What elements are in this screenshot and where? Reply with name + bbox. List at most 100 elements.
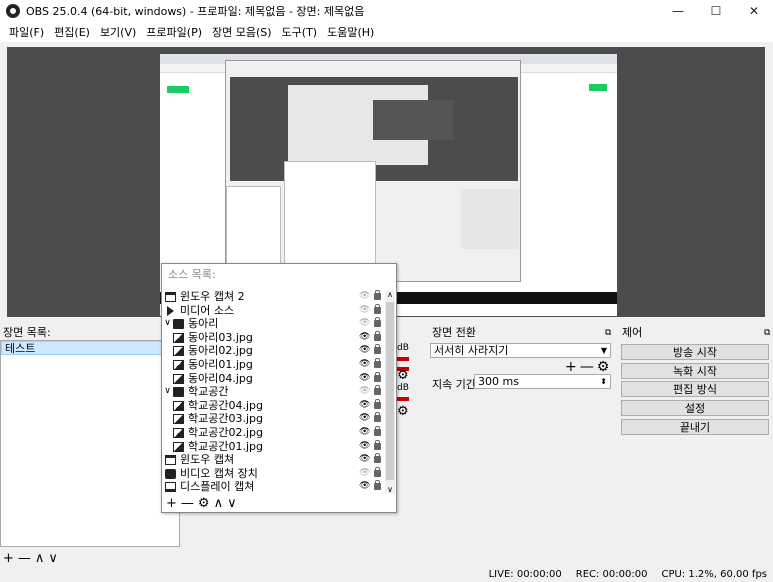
move-scene-down-button[interactable]: ∨: [48, 551, 58, 566]
add-source-button[interactable]: +: [166, 496, 177, 511]
visibility-eye-icon[interactable]: 👁: [359, 453, 370, 467]
scroll-down-icon[interactable]: ∨: [385, 485, 395, 494]
group-collapse-chevron-icon[interactable]: ∨: [163, 317, 172, 331]
transitions-float-icon[interactable]: ⧉: [605, 328, 611, 338]
chevron-down-icon: ▼: [600, 346, 607, 355]
visibility-eye-icon[interactable]: 👁: [359, 385, 370, 399]
duration-label: 지속 기간: [432, 378, 476, 391]
lock-icon[interactable]: [374, 317, 381, 328]
controls-float-icon[interactable]: ⧉: [764, 328, 770, 338]
visibility-eye-icon[interactable]: 👁: [359, 317, 370, 331]
menu-profile[interactable]: 프로파일(P): [141, 24, 207, 40]
mixer-db-label: dB: [397, 343, 409, 353]
source-item[interactable]: 학교공간04.jpg 👁: [163, 398, 385, 413]
source-list[interactable]: 윈도우 캡쳐 2 👁 미디어 소스 👁 ∨ 동아리 👁 동아리03.jpg 👁 동아리02.jpg…: [163, 290, 385, 494]
start-recording-button[interactable]: 녹화 시작: [621, 363, 769, 379]
source-item[interactable]: 미디어 소스 👁: [163, 303, 385, 318]
menu-scene-collection[interactable]: 장면 모음(S): [207, 24, 277, 40]
source-item-label: 학교공간03.jpg: [188, 412, 263, 426]
source-item[interactable]: 윈도우 캡쳐 👁: [163, 453, 385, 467]
mixer-gear-icon[interactable]: ⚙: [397, 404, 409, 419]
scrollbar-thumb[interactable]: [386, 302, 394, 480]
lock-icon[interactable]: [374, 412, 381, 423]
scene-list[interactable]: 테스트: [0, 340, 180, 547]
lock-icon[interactable]: [374, 439, 381, 450]
source-item[interactable]: 윈도우 캡쳐 2 👁: [163, 290, 385, 304]
visibility-eye-icon[interactable]: 👁: [359, 372, 370, 386]
remove-transition-button[interactable]: —: [580, 359, 594, 375]
source-item[interactable]: 비디오 캡쳐 장치 👁: [163, 466, 385, 481]
lock-icon[interactable]: [374, 357, 381, 368]
lock-icon[interactable]: [374, 371, 381, 382]
lock-icon[interactable]: [374, 330, 381, 341]
cpu-status: CPU: 1.2%, 60.00 fps: [661, 569, 767, 580]
sources-dock-floating[interactable]: 소스 목록: 윈도우 캡쳐 2 👁 미디어 소스 👁 ∨ 동아리 👁 동아리03.jpg 👁 동아…: [161, 263, 397, 513]
source-properties-gear-icon[interactable]: ⚙: [198, 496, 210, 511]
visibility-eye-icon[interactable]: 👁: [359, 304, 370, 318]
source-item[interactable]: 디스플레이 캡쳐 👁: [163, 480, 385, 494]
remove-scene-button[interactable]: —: [18, 551, 31, 566]
source-item[interactable]: 학교공간03.jpg 👁: [163, 412, 385, 426]
settings-button[interactable]: 설정: [621, 400, 769, 416]
close-button[interactable]: ✕: [735, 0, 773, 22]
menu-file[interactable]: 파일(F): [4, 24, 49, 40]
move-source-down-button[interactable]: ∨: [227, 496, 237, 511]
visibility-eye-icon[interactable]: 👁: [359, 426, 370, 440]
move-scene-up-button[interactable]: ∧: [35, 551, 45, 566]
transition-gear-icon[interactable]: ⚙: [597, 359, 610, 375]
minimize-button[interactable]: —: [659, 0, 697, 22]
mixer-gear-icon[interactable]: ⚙: [397, 368, 409, 383]
source-item[interactable]: ∨ 학교공간 👁: [163, 385, 385, 399]
visibility-eye-icon[interactable]: 👁: [359, 358, 370, 372]
source-item[interactable]: 학교공간02.jpg 👁: [163, 425, 385, 440]
camera-source-icon: [165, 468, 176, 479]
source-list-scrollbar[interactable]: ∧ ∨: [385, 290, 395, 494]
start-streaming-button[interactable]: 방송 시작: [621, 344, 769, 360]
source-item[interactable]: 학교공간01.jpg 👁: [163, 439, 385, 454]
lock-icon[interactable]: [374, 303, 381, 314]
source-item[interactable]: 동아리04.jpg 👁: [163, 371, 385, 386]
source-item-label: 학교공간: [188, 385, 229, 399]
visibility-eye-icon[interactable]: 👁: [359, 440, 370, 454]
menu-tools[interactable]: 도구(T): [277, 24, 323, 40]
lock-icon[interactable]: [374, 385, 381, 396]
visibility-eye-icon[interactable]: 👁: [359, 480, 370, 494]
group-collapse-chevron-icon[interactable]: ∨: [163, 385, 172, 399]
scenes-toolbar: + — ∧ ∨: [0, 550, 58, 566]
source-item[interactable]: 동아리02.jpg 👁: [163, 344, 385, 358]
add-scene-button[interactable]: +: [3, 551, 14, 566]
visibility-eye-icon[interactable]: 👁: [359, 290, 370, 304]
visibility-eye-icon[interactable]: 👁: [359, 331, 370, 345]
source-item[interactable]: ∨ 동아리 👁: [163, 317, 385, 331]
duration-spinbox[interactable]: 300 ms ⬍: [474, 374, 611, 389]
remove-source-button[interactable]: —: [181, 496, 194, 511]
lock-icon[interactable]: [374, 398, 381, 409]
add-transition-button[interactable]: +: [565, 359, 577, 375]
transition-selected-value: 서서히 사라지기: [434, 344, 509, 357]
menu-edit[interactable]: 편집(E): [49, 24, 95, 40]
move-source-up-button[interactable]: ∧: [214, 496, 224, 511]
exit-button[interactable]: 끝내기: [621, 419, 769, 435]
lock-icon[interactable]: [374, 425, 381, 436]
controls-dock-title: 제어: [622, 326, 643, 339]
visibility-eye-icon[interactable]: 👁: [359, 412, 370, 426]
scenes-dock-title: 장면 목록:: [3, 326, 51, 339]
lock-icon[interactable]: [374, 480, 381, 491]
transition-select[interactable]: 서서히 사라지기 ▼: [430, 343, 611, 358]
source-item[interactable]: 동아리01.jpg 👁: [163, 357, 385, 372]
source-item[interactable]: 동아리03.jpg 👁: [163, 330, 385, 345]
lock-icon[interactable]: [374, 453, 381, 464]
lock-icon[interactable]: [374, 466, 381, 477]
lock-icon[interactable]: [374, 344, 381, 355]
visibility-eye-icon[interactable]: 👁: [359, 399, 370, 413]
studio-mode-button[interactable]: 편집 방식: [621, 381, 769, 397]
image-source-icon: [173, 427, 184, 438]
visibility-eye-icon[interactable]: 👁: [359, 344, 370, 358]
lock-icon[interactable]: [374, 290, 381, 300]
scroll-up-icon[interactable]: ∧: [385, 290, 395, 299]
scene-item[interactable]: 테스트: [1, 341, 179, 355]
maximize-button[interactable]: ☐: [697, 0, 735, 22]
visibility-eye-icon[interactable]: 👁: [359, 467, 370, 481]
menu-view[interactable]: 보기(V): [95, 24, 141, 40]
menu-help[interactable]: 도움말(H): [322, 24, 379, 40]
